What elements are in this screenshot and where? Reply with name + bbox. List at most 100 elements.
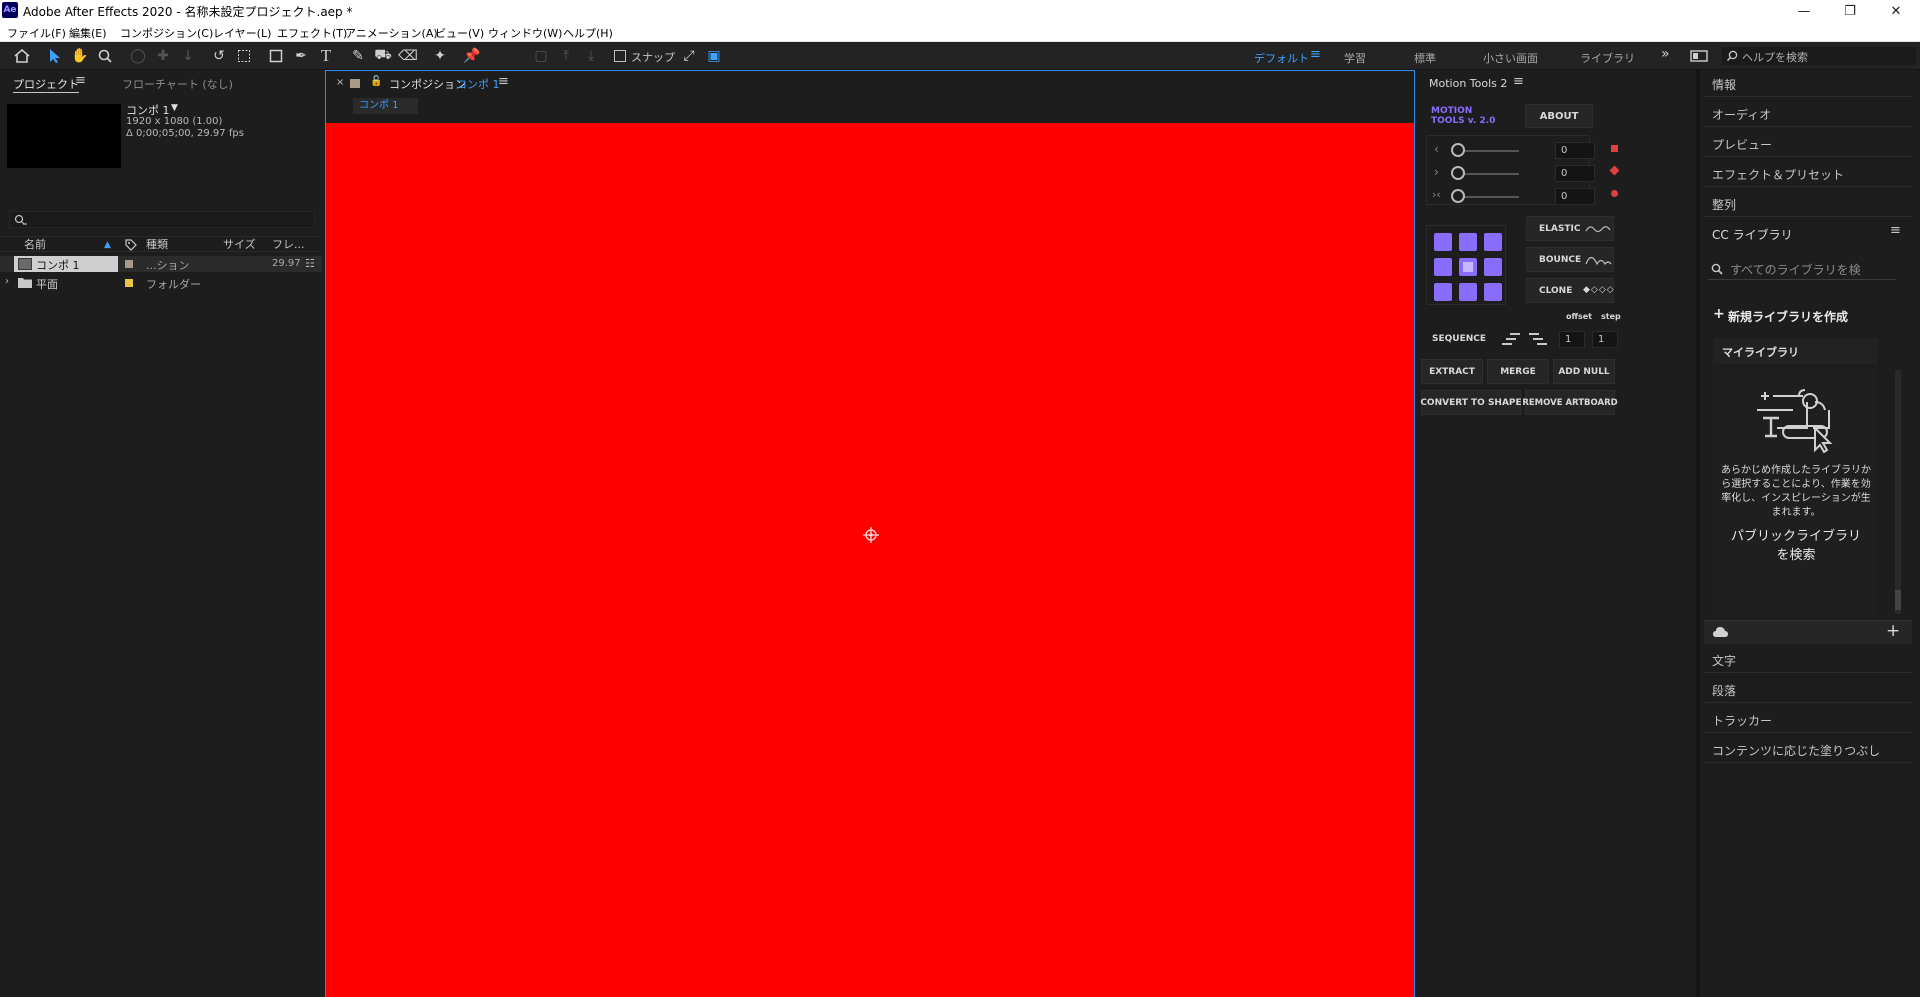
ease-in-marker[interactable] — [1611, 145, 1618, 152]
column-name[interactable]: 名前 — [24, 237, 46, 253]
anchor-top-left[interactable] — [1434, 233, 1452, 251]
snap-target-icon[interactable]: ▣ — [704, 46, 724, 66]
cc-libraries-menu-icon[interactable]: ≡ — [1890, 223, 1901, 238]
eraser-tool-icon[interactable]: ⌫ — [398, 46, 418, 66]
bounce-button[interactable]: BOUNCE — [1526, 247, 1614, 272]
flowchart-icon[interactable]: ☷ — [305, 257, 315, 270]
roto-brush-tool-icon[interactable]: ✦ — [430, 46, 450, 66]
rotation-tool-icon[interactable]: ↺ — [209, 46, 229, 66]
label-color-swatch[interactable] — [125, 279, 133, 287]
ease-out-value[interactable]: 0 — [1555, 165, 1595, 182]
hand-tool-icon[interactable]: ✋ — [70, 46, 90, 66]
column-type[interactable]: 種類 — [146, 237, 168, 253]
workspace-learn[interactable]: 学習 — [1344, 50, 1366, 66]
ease-out-slider[interactable] — [1451, 166, 1465, 180]
panel-tracker[interactable]: トラッカー — [1712, 712, 1772, 729]
add-null-button[interactable]: ADD NULL — [1553, 359, 1615, 384]
axis-view-icon[interactable]: ⤓ — [581, 46, 601, 66]
clone-stamp-tool-icon[interactable]: ⛟ — [373, 46, 393, 66]
column-size[interactable]: サイズ — [223, 237, 256, 253]
motion-tools-title[interactable]: Motion Tools 2 — [1429, 77, 1507, 90]
orbit-camera-icon[interactable]: ◯ — [128, 46, 148, 66]
cloud-icon[interactable] — [1712, 626, 1728, 638]
panel-layout-icon[interactable] — [1689, 46, 1709, 66]
elastic-button[interactable]: ELASTIC — [1526, 216, 1614, 241]
anchor-middle-left[interactable] — [1434, 258, 1452, 276]
step-input[interactable]: 1 — [1592, 331, 1618, 348]
ease-in-value[interactable]: 0 — [1555, 142, 1595, 159]
zoom-tool-icon[interactable] — [95, 46, 115, 66]
ease-both-value[interactable]: 0 — [1555, 188, 1595, 205]
expand-chevron-icon[interactable]: › — [5, 276, 9, 287]
pan-camera-icon[interactable]: ✚ — [153, 46, 173, 66]
library-search-input[interactable]: すべてのライブラリを検 — [1708, 258, 1896, 280]
workspace-overflow-icon[interactable]: » — [1661, 46, 1670, 62]
tab-flowchart[interactable]: フローチャート (なし) — [122, 76, 233, 92]
brush-tool-icon[interactable]: ✎ — [348, 46, 368, 66]
ease-in-slider[interactable] — [1451, 143, 1465, 157]
anchor-middle-right[interactable] — [1484, 258, 1502, 276]
project-search-input[interactable] — [9, 211, 315, 228]
plus-icon[interactable]: + — [1713, 306, 1725, 322]
anchor-bottom-center[interactable] — [1459, 283, 1477, 301]
sort-ascending-icon[interactable]: ▲ — [104, 237, 111, 253]
comp-breadcrumb[interactable]: コンポ 1 — [353, 98, 418, 114]
axis-local-icon[interactable]: ▢ — [531, 46, 551, 66]
panel-effects-presets[interactable]: エフェクト＆プリセット — [1712, 166, 1844, 183]
puppet-pin-tool-icon[interactable]: 📌 — [462, 46, 482, 66]
clone-button[interactable]: CLONE ◆◇◇◇ — [1526, 278, 1614, 303]
menu-help[interactable]: ヘルプ(H) — [563, 25, 613, 41]
anchor-point-icon[interactable] — [862, 526, 880, 544]
create-library-link[interactable]: 新規ライブラリを作成 — [1728, 308, 1848, 325]
composition-canvas[interactable] — [326, 123, 1414, 997]
type-tool-icon[interactable]: T — [316, 46, 336, 66]
anchor-top-center[interactable] — [1459, 233, 1477, 251]
pen-tool-icon[interactable]: ✒ — [291, 46, 311, 66]
add-element-icon[interactable]: + — [1886, 621, 1900, 641]
sequence-forward-icon[interactable] — [1500, 332, 1522, 346]
tab-project[interactable]: プロジェクト — [13, 76, 79, 93]
workspace-small-screen[interactable]: 小さい画面 — [1483, 50, 1538, 66]
label-column-icon[interactable] — [125, 237, 137, 253]
remove-artboard-button[interactable]: REMOVE ARTBOARD — [1522, 390, 1618, 415]
offset-input[interactable]: 1 — [1559, 331, 1585, 348]
anchor-center[interactable] — [1459, 258, 1477, 276]
ease-out-marker[interactable] — [1609, 165, 1620, 176]
sequence-backward-icon[interactable] — [1527, 332, 1549, 346]
column-frame-rate[interactable]: フレ... — [272, 237, 305, 253]
menu-composition[interactable]: コンポジション(C) — [120, 25, 213, 41]
anchor-bottom-right[interactable] — [1484, 283, 1502, 301]
tab-composition-name[interactable]: コンポ 1 — [456, 76, 500, 92]
close-icon[interactable]: ✕ — [1873, 0, 1919, 22]
close-tab-icon[interactable]: × — [336, 77, 344, 88]
library-scrollbar[interactable] — [1895, 370, 1901, 614]
axis-world-icon[interactable]: ⤒ — [556, 46, 576, 66]
my-library-item[interactable]: マイライブラリ — [1713, 338, 1878, 364]
help-search-box[interactable]: ヘルプを検索 — [1722, 47, 1916, 65]
menu-view[interactable]: ビュー(V) — [435, 25, 484, 41]
table-row[interactable]: コンポ 1 ...ション 29.97 ☷ — [0, 256, 322, 272]
panel-audio[interactable]: オーディオ — [1712, 106, 1771, 123]
anchor-bottom-left[interactable] — [1434, 283, 1452, 301]
sequence-button[interactable]: SEQUENCE — [1420, 326, 1498, 351]
label-color-swatch[interactable] — [125, 260, 133, 268]
dolly-camera-icon[interactable]: ↓ — [178, 46, 198, 66]
motion-tools-menu-icon[interactable]: ≡ — [1513, 74, 1524, 89]
selected-item-dropdown-icon[interactable]: ▼ — [171, 103, 178, 113]
snap-options-icon[interactable]: ⤢ — [679, 46, 699, 66]
ease-both-slider[interactable] — [1451, 189, 1465, 203]
lock-icon[interactable]: 🔓 — [370, 76, 382, 87]
menu-layer[interactable]: レイヤー(L) — [213, 25, 271, 41]
table-row[interactable]: › 平面 フォルダー — [0, 275, 322, 291]
pan-behind-tool-icon[interactable] — [234, 46, 254, 66]
panel-character[interactable]: 文字 — [1712, 652, 1736, 669]
anchor-top-right[interactable] — [1484, 233, 1502, 251]
menu-file[interactable]: ファイル(F) — [7, 25, 66, 41]
restore-icon[interactable]: ❐ — [1827, 0, 1873, 22]
menu-animation[interactable]: アニメーション(A) — [345, 25, 438, 41]
cc-libraries-title[interactable]: CC ライブラリ — [1712, 226, 1793, 243]
menu-effect[interactable]: エフェクト(T) — [277, 25, 347, 41]
workspace-libraries[interactable]: ライブラリ — [1580, 50, 1635, 66]
panel-paragraph[interactable]: 段落 — [1712, 682, 1736, 699]
workspace-default[interactable]: デフォルト — [1254, 50, 1309, 66]
